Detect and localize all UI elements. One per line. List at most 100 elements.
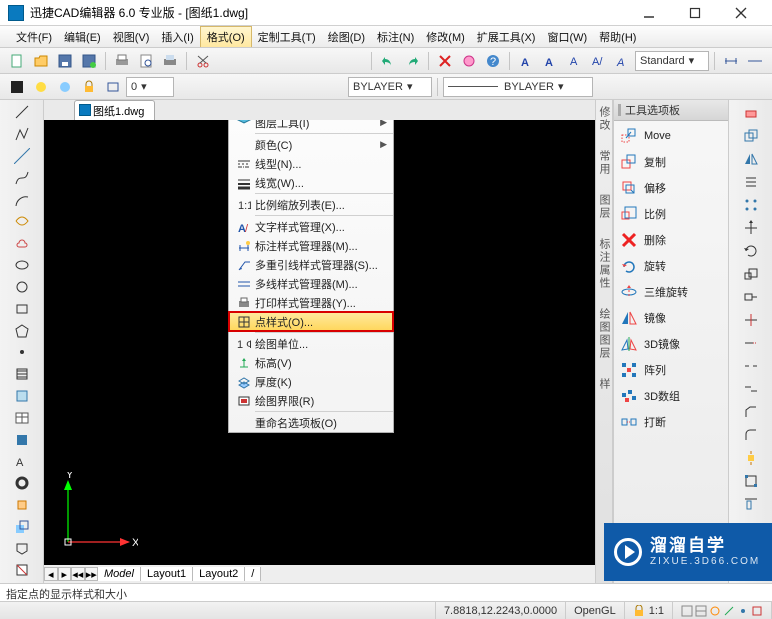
array-tool-icon[interactable] [741, 195, 761, 215]
dim-linear-icon[interactable] [720, 50, 742, 72]
save-icon[interactable] [54, 50, 76, 72]
menu-item-15[interactable]: 点样式(O)... [229, 312, 393, 331]
linetype-combo[interactable]: BYLAYER▾ [443, 77, 593, 97]
side-tab-style[interactable]: 样 [596, 378, 612, 391]
tab-scroll-arrows[interactable]: ◂▸◂◂▸▸ [44, 567, 98, 581]
undo-icon[interactable] [377, 50, 399, 72]
wipeout-icon[interactable] [12, 561, 32, 580]
align-tool-icon[interactable] [741, 494, 761, 514]
print-preview-icon[interactable] [135, 50, 157, 72]
palette-mirror3d[interactable]: 3D镜像 [614, 331, 728, 357]
menu-help[interactable]: 帮助(H) [593, 26, 642, 47]
cut-icon[interactable] [192, 50, 214, 72]
offset-tool-icon[interactable] [741, 172, 761, 192]
redo-icon[interactable] [401, 50, 423, 72]
menu-item-6[interactable]: 线宽(W)... [229, 173, 393, 192]
palette-array[interactable]: 阵列 [614, 357, 728, 383]
mtext-icon[interactable]: A [12, 452, 32, 471]
menu-item-4[interactable]: 颜色(C)▶ [229, 135, 393, 154]
cancel-icon[interactable] [434, 50, 456, 72]
text-style-combo[interactable]: Standard▾ [635, 51, 709, 71]
region-icon[interactable] [12, 387, 32, 406]
palette-scale[interactable]: 比例 [614, 201, 728, 227]
side-tab-dim[interactable]: 标注属性 [596, 238, 612, 290]
palette-break[interactable]: 打断 [614, 409, 728, 435]
menu-item-10[interactable]: A/文字样式管理(X)... [229, 217, 393, 236]
menu-dimension[interactable]: 标注(N) [371, 26, 420, 47]
color-swatch-icon[interactable] [6, 76, 28, 98]
side-tab-drawlayer[interactable]: 绘图图层 [596, 308, 612, 360]
rectangle-icon[interactable] [12, 299, 32, 318]
saveas-icon[interactable] [78, 50, 100, 72]
donut-icon[interactable] [12, 474, 32, 493]
insert-icon[interactable] [12, 517, 32, 536]
menu-format[interactable]: 格式(O) [200, 26, 252, 47]
menu-item-20[interactable]: 绘图界限(R) [229, 391, 393, 410]
erase-icon[interactable] [741, 103, 761, 123]
block-icon[interactable] [12, 496, 32, 515]
text-a2-icon[interactable]: A [539, 50, 561, 72]
text-a-icon[interactable]: A [515, 50, 537, 72]
scale-tool-icon[interactable] [741, 264, 761, 284]
palette-rotate[interactable]: 旋转 [614, 253, 728, 279]
palette-copy[interactable]: 复制 [614, 149, 728, 175]
side-tab-common[interactable]: 常用 [596, 150, 612, 176]
explode-tool-icon[interactable] [741, 448, 761, 468]
layer-plot-icon[interactable] [102, 76, 124, 98]
extend-tool-icon[interactable] [741, 333, 761, 353]
menu-window[interactable]: 窗口(W) [541, 26, 593, 47]
circle-icon[interactable] [12, 278, 32, 297]
palette-delete[interactable]: 删除 [614, 227, 728, 253]
mirror-tool-icon[interactable] [741, 149, 761, 169]
menu-view[interactable]: 视图(V) [107, 26, 156, 47]
rotate-tool-icon[interactable] [741, 241, 761, 261]
polygon-icon[interactable] [12, 321, 32, 340]
hatch-icon[interactable] [12, 365, 32, 384]
document-tab[interactable]: 图纸1.dwg [74, 100, 155, 120]
minimize-button[interactable] [626, 0, 672, 25]
xline-icon[interactable] [12, 147, 32, 166]
menu-item-8[interactable]: 1:1比例缩放列表(E)... [229, 195, 393, 214]
palette-array3d[interactable]: 3D数组 [614, 383, 728, 409]
menu-item-17[interactable]: 1 Φ绘图单位... [229, 334, 393, 353]
menu-item-18[interactable]: 标高(V) [229, 353, 393, 372]
layout-tabs[interactable]: Model Layout1 Layout2 / [98, 567, 261, 581]
tab-layout2[interactable]: Layout2 [193, 567, 245, 581]
palette-offset[interactable]: 偏移 [614, 175, 728, 201]
menu-item-19[interactable]: 厚度(K) [229, 372, 393, 391]
text-a-small-icon[interactable]: A [563, 50, 585, 72]
layer-lock-icon[interactable] [78, 76, 100, 98]
fillet-tool-icon[interactable] [741, 425, 761, 445]
side-tab-modify[interactable]: 修改 [596, 106, 612, 132]
move-tool-icon[interactable] [741, 218, 761, 238]
spline-icon[interactable] [12, 168, 32, 187]
revcloud-icon[interactable] [12, 234, 32, 253]
line-icon[interactable] [12, 103, 32, 122]
color-combo[interactable]: BYLAYER▾ [348, 77, 432, 97]
menu-modify[interactable]: 修改(M) [420, 26, 471, 47]
boundary-icon[interactable] [12, 539, 32, 558]
tab-model[interactable]: Model [98, 567, 141, 581]
maximize-button[interactable] [672, 0, 718, 25]
palette-mirror[interactable]: 镜像 [614, 305, 728, 331]
table-icon[interactable] [12, 408, 32, 427]
viewport[interactable]: Y X 图层管理(A)...图层状态管理(L)...图层工具(I)▶颜色(C)▶… [44, 120, 595, 565]
plot-icon[interactable] [159, 50, 181, 72]
palette-move[interactable]: Move [614, 123, 728, 149]
trim-tool-icon[interactable] [741, 310, 761, 330]
arc-icon[interactable] [12, 190, 32, 209]
menu-draw[interactable]: 绘图(D) [322, 26, 371, 47]
palette-rotate3d[interactable]: 三维旋转 [614, 279, 728, 305]
dim-continue-icon[interactable] [744, 50, 766, 72]
menu-file[interactable]: 文件(F) [10, 26, 58, 47]
copy-icon[interactable] [741, 126, 761, 146]
stretch-tool-icon[interactable] [741, 287, 761, 307]
menu-express[interactable]: 扩展工具(X) [471, 26, 542, 47]
point-icon[interactable] [12, 343, 32, 362]
menu-item-5[interactable]: 线型(N)... [229, 154, 393, 173]
polyline-icon[interactable] [12, 125, 32, 144]
menu-edit[interactable]: 编辑(E) [58, 26, 107, 47]
curve-icon[interactable] [12, 212, 32, 231]
menu-item-22[interactable]: 重命名选项板(O) [229, 413, 393, 432]
tab-layout1[interactable]: Layout1 [141, 567, 193, 581]
